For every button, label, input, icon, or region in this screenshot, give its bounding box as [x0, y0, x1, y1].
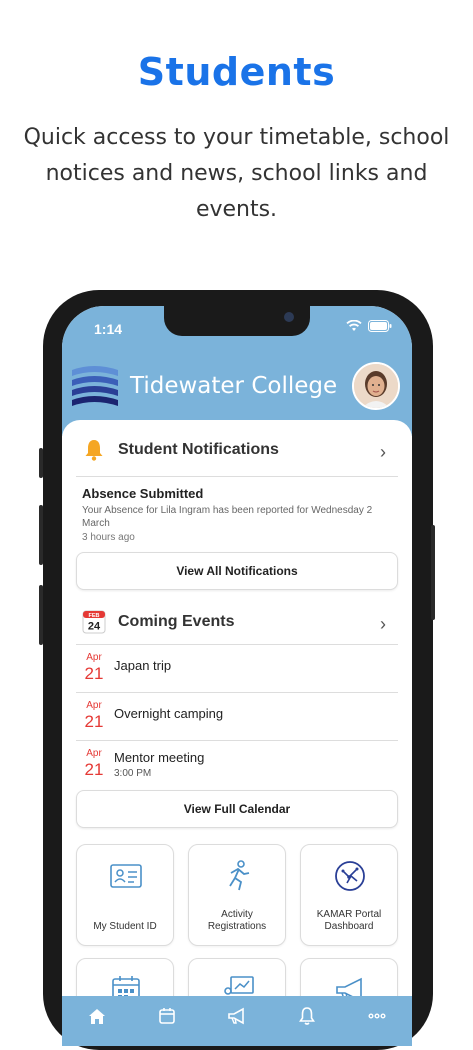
running-icon	[229, 860, 250, 891]
home-icon	[89, 1009, 105, 1024]
id-card-icon	[110, 864, 142, 888]
view-full-calendar-button[interactable]: View Full Calendar	[76, 790, 398, 828]
events-header[interactable]: FEB 24 Coming Events ›	[82, 604, 392, 640]
tab-bar	[62, 996, 412, 1046]
school-logo-icon	[72, 366, 118, 406]
divider	[76, 644, 398, 645]
tile-label: My Student ID	[93, 921, 157, 932]
event-title: Mentor meeting	[114, 750, 205, 765]
megaphone-icon	[228, 1007, 244, 1025]
event-date: Apr 21	[84, 748, 104, 779]
event-date: Apr 21	[84, 652, 104, 683]
chevron-right-icon: ›	[380, 442, 386, 462]
events-title: Coming Events	[118, 613, 235, 630]
avatar[interactable]	[352, 362, 400, 410]
school-name: Tidewater College	[130, 373, 338, 399]
tab-calendar[interactable]	[155, 1004, 179, 1028]
phone-button	[431, 525, 435, 620]
notification-time: 3 hours ago	[82, 532, 135, 543]
divider	[76, 740, 398, 741]
notification-body: Your Absence for Lila Ingram has been re…	[82, 505, 373, 529]
status-time: 1:14	[94, 321, 123, 337]
tile-activity-registrations[interactable]: Activity Registrations	[188, 844, 286, 946]
phone-button	[39, 505, 43, 565]
tile-student-id[interactable]: My Student ID	[76, 844, 174, 946]
svg-text:24: 24	[88, 621, 101, 633]
phone-button	[39, 448, 43, 478]
wifi-icon	[346, 320, 362, 331]
notifications-header[interactable]: Student Notifications ›	[82, 432, 392, 468]
divider	[76, 692, 398, 693]
event-item[interactable]: Apr 21 Mentor meeting 3:00 PM	[82, 748, 392, 788]
chevron-right-icon: ›	[380, 614, 386, 634]
calendar-date-icon: FEB 24	[82, 610, 106, 634]
phone-screen: 1:14 Tidewater College Student Notificat…	[62, 306, 412, 1046]
more-icon	[368, 1013, 386, 1019]
tab-notifications[interactable]	[295, 1004, 319, 1028]
tab-announcements[interactable]	[225, 1004, 249, 1028]
phone-button	[39, 585, 43, 645]
notch	[164, 306, 310, 336]
tab-home[interactable]	[85, 1004, 109, 1028]
svg-text:FEB: FEB	[89, 613, 100, 619]
app-header: 1:14 Tidewater College	[62, 306, 412, 436]
tile-label: Activity Registrations	[207, 909, 267, 932]
tile-kamar-portal[interactable]: KAMAR Portal Dashboard	[300, 844, 398, 946]
student-photo	[354, 364, 398, 408]
promo-headline: Students	[137, 50, 336, 94]
divider	[76, 476, 398, 477]
battery-icon	[368, 320, 392, 332]
school-brand: Tidewater College	[70, 364, 337, 408]
tile-label: KAMAR Portal Dashboard	[316, 909, 382, 932]
view-all-notifications-button[interactable]: View All Notifications	[76, 552, 398, 590]
kamar-icon	[335, 861, 365, 891]
tab-more[interactable]	[365, 1004, 389, 1028]
notification-title[interactable]: Absence Submitted	[82, 486, 203, 501]
event-item[interactable]: Apr 21 Overnight camping	[82, 700, 392, 740]
event-item[interactable]: Apr 21 Japan trip	[82, 652, 392, 692]
event-time: 3:00 PM	[114, 768, 152, 779]
bell-icon	[85, 440, 103, 461]
notifications-title: Student Notifications	[118, 441, 279, 458]
event-title: Japan trip	[114, 658, 172, 673]
status-icons	[346, 320, 392, 332]
event-date: Apr 21	[84, 700, 104, 731]
calendar-icon	[159, 1008, 175, 1024]
bell-icon	[299, 1007, 315, 1025]
camera-icon	[284, 312, 294, 322]
main-content: Student Notifications › Absence Submitte…	[62, 420, 412, 1046]
event-title: Overnight camping	[114, 706, 224, 721]
promo-subline: Quick access to your timetable, school n…	[23, 125, 450, 222]
